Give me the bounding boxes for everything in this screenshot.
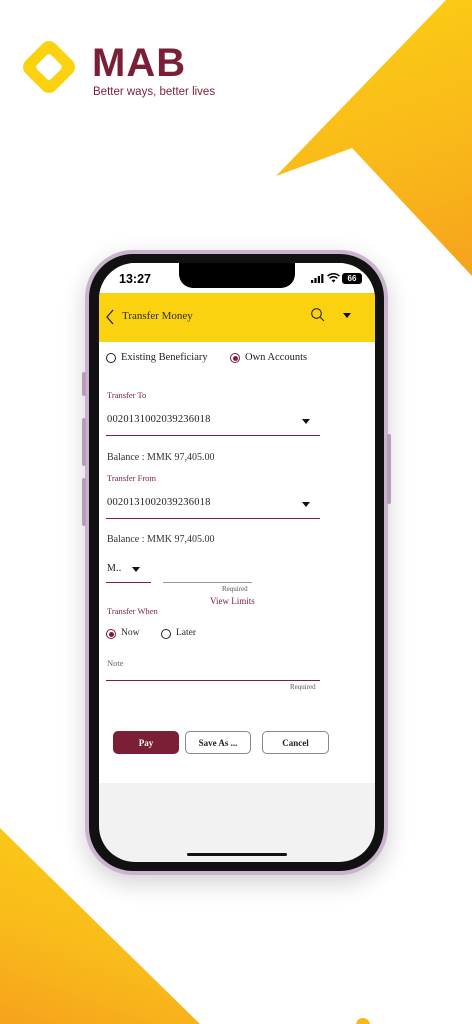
note-input[interactable]: Note	[107, 658, 124, 668]
brand-logo: MAB Better ways, better lives	[18, 36, 228, 102]
battery-icon: 66	[342, 273, 362, 284]
home-indicator[interactable]	[187, 853, 287, 856]
transfer-from-dropdown-icon[interactable]	[302, 502, 310, 507]
status-time: 13:27	[119, 272, 151, 286]
phone-volume-down-button	[82, 478, 86, 526]
currency-dropdown-icon[interactable]	[132, 567, 140, 572]
transfer-to-dropdown-icon[interactable]	[302, 419, 310, 424]
save-as-button[interactable]: Save As ...	[185, 731, 251, 754]
currency-select-value[interactable]: M..	[107, 563, 122, 574]
transfer-to-underline	[106, 435, 320, 436]
now-radio[interactable]	[106, 629, 116, 639]
page-title: Transfer Money	[122, 310, 193, 322]
view-limits-link[interactable]: View Limits	[210, 596, 255, 606]
now-label[interactable]: Now	[121, 628, 139, 638]
phone-power-button	[387, 434, 391, 504]
brand-name: MAB	[92, 41, 187, 85]
pay-button[interactable]: Pay	[113, 731, 179, 754]
currency-underline	[106, 582, 151, 583]
existing-beneficiary-radio[interactable]	[106, 353, 116, 363]
decorative-dot	[356, 1018, 370, 1024]
transfer-to-balance: Balance : MMK 97,405.00	[107, 452, 215, 463]
note-underline	[106, 680, 320, 681]
existing-beneficiary-label[interactable]: Existing Beneficiary	[121, 352, 208, 363]
wifi-icon	[327, 273, 340, 283]
phone-mute-button	[82, 372, 86, 396]
later-label[interactable]: Later	[176, 628, 196, 638]
decorative-shape-top-right	[276, 0, 472, 276]
cellular-signal-icon	[311, 274, 324, 283]
amount-input[interactable]	[163, 582, 252, 583]
transfer-from-label: Transfer From	[107, 473, 157, 483]
note-required-hint: Required	[290, 683, 316, 691]
transfer-to-value[interactable]: 0020131002039236018	[107, 414, 211, 425]
back-chevron-icon[interactable]	[105, 308, 115, 326]
cancel-button[interactable]: Cancel	[262, 731, 329, 754]
phone-volume-up-button	[82, 418, 86, 466]
own-accounts-radio[interactable]	[230, 353, 240, 363]
logo-mark-icon	[23, 41, 75, 93]
transfer-from-underline	[106, 518, 320, 519]
app-bar: Transfer Money	[99, 293, 375, 342]
amount-required-hint: Required	[222, 585, 248, 593]
dynamic-island	[179, 263, 295, 288]
transfer-to-label: Transfer To	[107, 390, 147, 400]
later-radio[interactable]	[161, 629, 171, 639]
transfer-when-label: Transfer When	[107, 606, 158, 616]
brand-tagline: Better ways, better lives	[93, 86, 216, 98]
search-icon[interactable]	[310, 307, 326, 323]
transfer-from-value[interactable]: 0020131002039236018	[107, 497, 211, 508]
menu-dropdown-icon[interactable]	[343, 313, 351, 318]
own-accounts-label[interactable]: Own Accounts	[245, 352, 307, 363]
phone-screen: 13:27 66 Transfer Money Existing Benefic…	[99, 263, 375, 862]
transfer-form: Existing Beneficiary Own Accounts Transf…	[99, 342, 375, 783]
transfer-from-balance: Balance : MMK 97,405.00	[107, 534, 215, 545]
status-bar: 13:27 66	[99, 263, 375, 293]
